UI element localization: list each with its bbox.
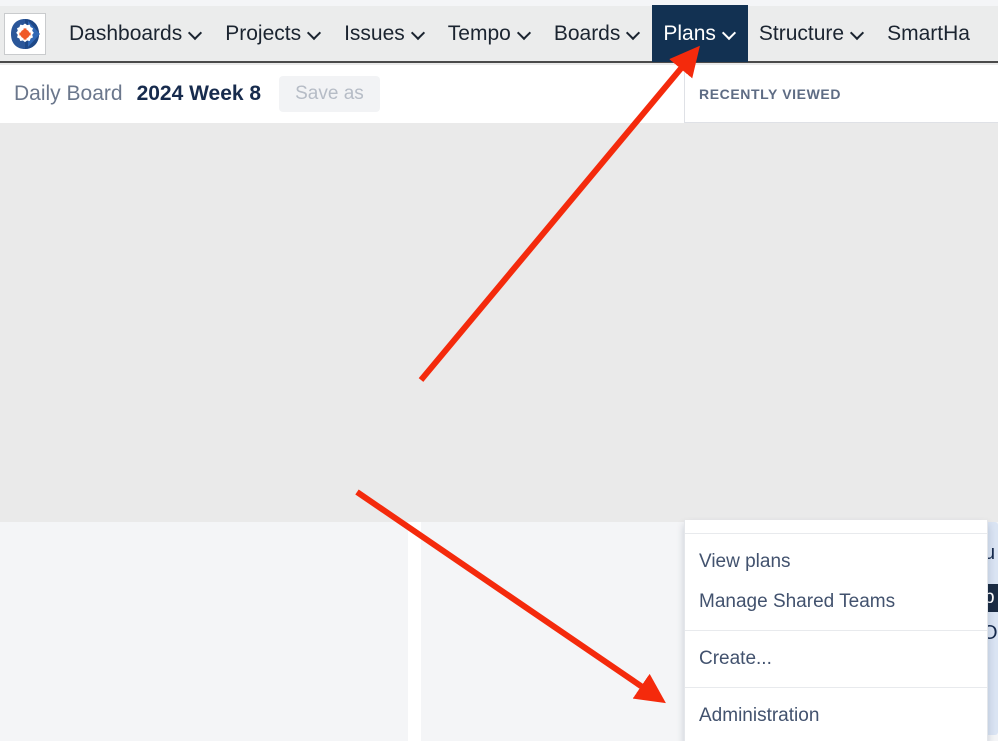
chevron-down-icon — [413, 27, 426, 40]
chevron-down-icon — [190, 27, 203, 40]
nav-items-list: Dashboards Projects Issues Tempo Boards — [58, 5, 998, 62]
menu-item-administration[interactable]: Administration — [685, 696, 987, 736]
chevron-down-icon — [309, 27, 322, 40]
app-logo[interactable] — [4, 12, 46, 55]
nav-item-label: Plans — [663, 21, 716, 45]
dropdown-group: View plans Manage Shared Teams — [685, 534, 987, 630]
save-as-button[interactable]: Save as — [279, 76, 380, 112]
jira-gear-shield-logo-icon — [8, 17, 42, 51]
nav-item-dashboards[interactable]: Dashboards — [58, 5, 214, 62]
board-name-label[interactable]: Daily Board — [14, 82, 123, 106]
nav-item-label: Tempo — [447, 21, 511, 45]
board-title-group: Daily Board 2024 Week 8 Save as — [14, 65, 380, 123]
chevron-down-icon — [519, 27, 532, 40]
chevron-down-icon — [628, 27, 641, 40]
recently-viewed-panel: RECENTLY VIEWED — [684, 65, 998, 123]
recently-viewed-title: RECENTLY VIEWED — [699, 85, 842, 102]
chevron-down-icon — [852, 27, 865, 40]
menu-item-create[interactable]: Create... — [685, 639, 987, 679]
nav-item-label: Boards — [553, 21, 621, 45]
nav-item-plans[interactable]: Plans — [652, 5, 748, 62]
nav-item-structure[interactable]: Structure — [748, 5, 876, 62]
dropdown-top-spacer — [685, 520, 987, 533]
nav-item-tempo[interactable]: Tempo — [437, 5, 543, 62]
dropdown-group: Administration — [685, 688, 987, 741]
app-window: Dashboards Projects Issues Tempo Boards — [0, 0, 998, 741]
nav-item-projects[interactable]: Projects — [214, 5, 333, 62]
nav-item-label: Projects — [225, 21, 302, 45]
nav-item-label: Structure — [758, 21, 845, 45]
dropdown-group: Create... — [685, 631, 987, 687]
plans-dropdown-menu: View plans Manage Shared Teams Create...… — [684, 520, 988, 741]
nav-item-label: SmartHa — [887, 21, 970, 45]
nav-item-label: Issues — [344, 21, 405, 45]
board-column[interactable] — [0, 522, 408, 741]
main-navigation-bar: Dashboards Projects Issues Tempo Boards — [0, 5, 998, 63]
menu-item-manage-shared-teams[interactable]: Manage Shared Teams — [685, 582, 987, 622]
board-content-empty-area — [0, 123, 998, 522]
chevron-down-icon — [724, 27, 737, 40]
nav-item-issues[interactable]: Issues — [333, 5, 437, 62]
menu-item-view-plans[interactable]: View plans — [685, 542, 987, 582]
board-week-label[interactable]: 2024 Week 8 — [137, 82, 262, 106]
nav-item-smarthat[interactable]: SmartHa — [876, 5, 981, 62]
nav-item-label: Dashboards — [69, 21, 183, 45]
nav-item-boards[interactable]: Boards — [543, 5, 653, 62]
